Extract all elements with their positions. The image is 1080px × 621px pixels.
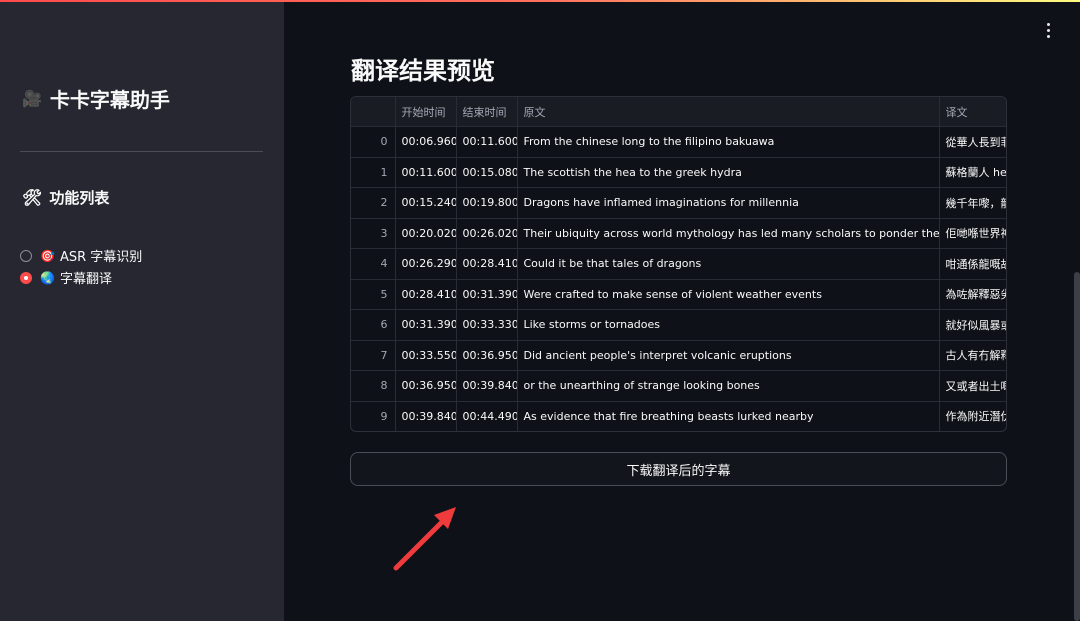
radio-label-translate: 字幕翻译 (59, 272, 112, 287)
column-header-start-time[interactable]: 开始时间 (395, 97, 457, 127)
app-title: 🎥 卡卡字幕助手 (22, 84, 170, 113)
cell-start-time[interactable]: 00:06.960 (395, 126, 457, 158)
table-row[interactable]: 2 00:15.240 00:19.800 Dragons have inflamed… (351, 187, 1006, 219)
cell-original[interactable]: Like storms or tornadoes (517, 309, 940, 341)
cell-original[interactable]: From the chinese long to the filipino ba… (517, 126, 940, 158)
cell-index[interactable]: 0 (351, 126, 396, 158)
table-row[interactable]: 5 00:28.410 00:31.390 Were crafted to make … (351, 279, 1006, 310)
cell-index[interactable]: 8 (351, 370, 396, 402)
app-title-text: 卡卡字幕助手 (49, 88, 170, 112)
table-row[interactable]: 0 00:06.960 00:11.600 From the chinese long… (351, 126, 1006, 158)
cell-index[interactable]: 7 (351, 340, 396, 371)
cell-end-time[interactable]: 00:11.600 (456, 126, 518, 158)
cell-end-time[interactable]: 00:31.390 (456, 279, 518, 310)
cell-end-time[interactable]: 00:39.840 (456, 370, 518, 402)
cell-end-time[interactable]: 00:36.950 (456, 340, 518, 371)
radio-button-translate[interactable] (20, 271, 32, 284)
cell-start-time[interactable]: 00:33.550 (395, 340, 457, 371)
cell-translation[interactable]: 古人有冇解釋 (939, 340, 1006, 371)
cell-start-time[interactable]: 00:28.410 (395, 279, 457, 310)
table-row[interactable]: 4 00:26.290 00:28.410 Could it be that tale… (351, 248, 1006, 280)
sidebar: 🎥 卡卡字幕助手 🛠 功能列表 🎯 ASR 字幕识别 🌏 字幕翻译 (0, 2, 284, 621)
more-options-icon[interactable] (1040, 20, 1056, 42)
section-title-text: 功能列表 (49, 189, 110, 207)
function-radio-group: 🎯 ASR 字幕识别 🌏 字幕翻译 (20, 245, 142, 289)
cell-translation[interactable]: 幾千年嚟，龍 (939, 187, 1006, 219)
column-header-end-time[interactable]: 结束时间 (456, 97, 518, 127)
cell-original[interactable]: As evidence that fire breathing beasts l… (517, 401, 940, 431)
cell-original[interactable]: Dragons have inflamed imaginations for m… (517, 187, 940, 219)
cell-original[interactable]: The scottish the hea to the greek hydra (517, 157, 940, 188)
table-row[interactable]: 6 00:31.390 00:33.330 Like storms or tornad… (351, 309, 1006, 341)
cell-start-time[interactable]: 00:31.390 (395, 309, 457, 341)
cell-translation[interactable]: 咁通係龍嘅故 (939, 248, 1006, 280)
table-row[interactable]: 8 00:36.950 00:39.840 or the unearthing of … (351, 370, 1006, 402)
cell-original[interactable]: Did ancient people's interpret volcanic … (517, 340, 940, 371)
cell-end-time[interactable]: 00:44.490 (456, 401, 518, 431)
cell-translation[interactable]: 就好似風暴或 (939, 309, 1006, 341)
cell-index[interactable]: 9 (351, 401, 396, 431)
cell-translation[interactable]: 為咗解釋惡劣 (939, 279, 1006, 310)
cell-original[interactable]: Were crafted to make sense of violent we… (517, 279, 940, 310)
sidebar-divider (20, 151, 263, 152)
cell-start-time[interactable]: 00:39.840 (395, 401, 457, 431)
cell-start-time[interactable]: 00:26.290 (395, 248, 457, 280)
table-row[interactable]: 7 00:33.550 00:36.950 Did ancient people's … (351, 340, 1006, 371)
cell-end-time[interactable]: 00:33.330 (456, 309, 518, 341)
cell-start-time[interactable]: 00:11.600 (395, 157, 457, 188)
cell-index[interactable]: 6 (351, 309, 396, 341)
cell-start-time[interactable]: 00:20.020 (395, 218, 457, 249)
cell-start-time[interactable]: 00:36.950 (395, 370, 457, 402)
hammer-wrench-icon: 🛠 (22, 188, 43, 207)
page-title: 翻译结果预览 (351, 57, 495, 85)
cell-end-time[interactable]: 00:15.080 (456, 157, 518, 188)
cell-translation[interactable]: 佢哋喺世界神 (939, 218, 1006, 249)
column-header-original[interactable]: 原文 (517, 97, 940, 127)
cell-index[interactable]: 2 (351, 187, 396, 219)
radio-item-translate[interactable]: 🌏 字幕翻译 (20, 267, 142, 288)
cell-end-time[interactable]: 00:28.410 (456, 248, 518, 280)
table-row[interactable]: 3 00:20.020 00:26.020 Their ubiquity across… (351, 218, 1006, 249)
radio-item-asr[interactable]: 🎯 ASR 字幕识别 (20, 245, 142, 266)
radio-label-asr: ASR 字幕识别 (59, 250, 143, 265)
column-header-index[interactable] (351, 97, 396, 127)
cell-end-time[interactable]: 00:19.800 (456, 187, 518, 219)
film-projector-icon: 🎥 (22, 89, 42, 108)
translation-results-table[interactable]: 开始时间 结束时间 原文 译文 0 00:06.960 00:11.600 From … (350, 96, 1007, 432)
radio-button-asr[interactable] (20, 249, 32, 262)
table-row[interactable]: 1 00:11.600 00:15.080 The scottish the hea … (351, 157, 1006, 188)
target-icon: 🎯 (40, 248, 55, 263)
section-title: 🛠 功能列表 (22, 187, 109, 208)
cell-translation[interactable]: 作為附近潛伏 (939, 401, 1006, 431)
cell-end-time[interactable]: 00:26.020 (456, 218, 518, 249)
column-header-translation[interactable]: 译文 (939, 97, 1006, 127)
download-translated-subtitles-button[interactable]: 下载翻译后的字幕 (350, 452, 1007, 486)
cell-index[interactable]: 3 (351, 218, 396, 249)
cell-original[interactable]: Their ubiquity across world mythology ha… (517, 218, 940, 249)
table-row[interactable]: 9 00:39.840 00:44.490 As evidence that fire… (351, 401, 1006, 431)
page-scrollbar[interactable] (1074, 272, 1080, 621)
cell-start-time[interactable]: 00:15.240 (395, 187, 457, 219)
cell-original[interactable]: Could it be that tales of dragons (517, 248, 940, 280)
table-header-row: 开始时间 结束时间 原文 译文 (351, 97, 1006, 127)
cell-index[interactable]: 4 (351, 248, 396, 280)
cell-index[interactable]: 1 (351, 157, 396, 188)
annotation-arrow-icon (393, 507, 456, 571)
cell-index[interactable]: 5 (351, 279, 396, 310)
cell-translation[interactable]: 又或者出土嘅 (939, 370, 1006, 402)
cell-translation[interactable]: 蘇格蘭人 hea (939, 157, 1006, 188)
cell-translation[interactable]: 從華人長到菲 (939, 126, 1006, 158)
cell-original[interactable]: or the unearthing of strange looking bon… (517, 370, 940, 402)
globe-icon: 🌏 (40, 270, 55, 285)
